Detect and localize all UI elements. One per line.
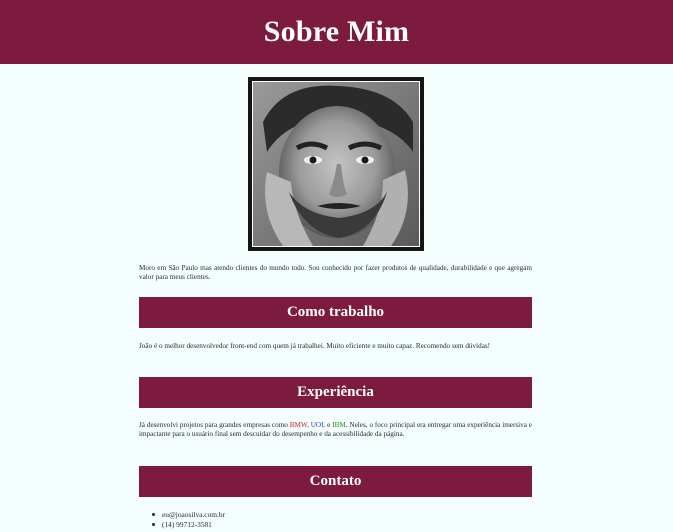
work-section: João é o melhor desenvolvedor front-end … [139,342,532,351]
intro-text: Moro em São Paulo mas atendo clientes do… [139,264,532,282]
intro-section: Moro em São Paulo mas atendo clientes do… [139,264,532,282]
work-text: João é o melhor desenvolvedor front-end … [139,342,491,350]
experience-section: Já desenvolvi projetos para grandes empr… [139,421,532,439]
experience-text: Já desenvolvi projetos para grandes empr… [139,421,532,439]
profile-photo-frame [248,77,424,251]
section-title-experience: Experiência [139,377,532,408]
brand-ibm: IBM [332,421,346,429]
contact-phone[interactable]: (14) 99712-3581 [150,520,225,530]
profile-photo [252,81,420,247]
brand-bmw: BMW [289,421,308,429]
portrait-image [253,82,419,246]
page-header: Sobre Mim [0,0,673,64]
contact-list: eu@joaosilva.com.br (14) 99712-3581 [150,510,225,530]
brand-uol: UOL [310,421,326,429]
section-title-work: Como trabalho [139,297,532,328]
experience-text-intro: Já desenvolvi projetos para grandes empr… [139,421,290,429]
page-title: Sobre Mim [263,15,410,48]
section-title-contact: Contato [139,466,532,497]
contact-email[interactable]: eu@joaosilva.com.br [150,510,225,520]
